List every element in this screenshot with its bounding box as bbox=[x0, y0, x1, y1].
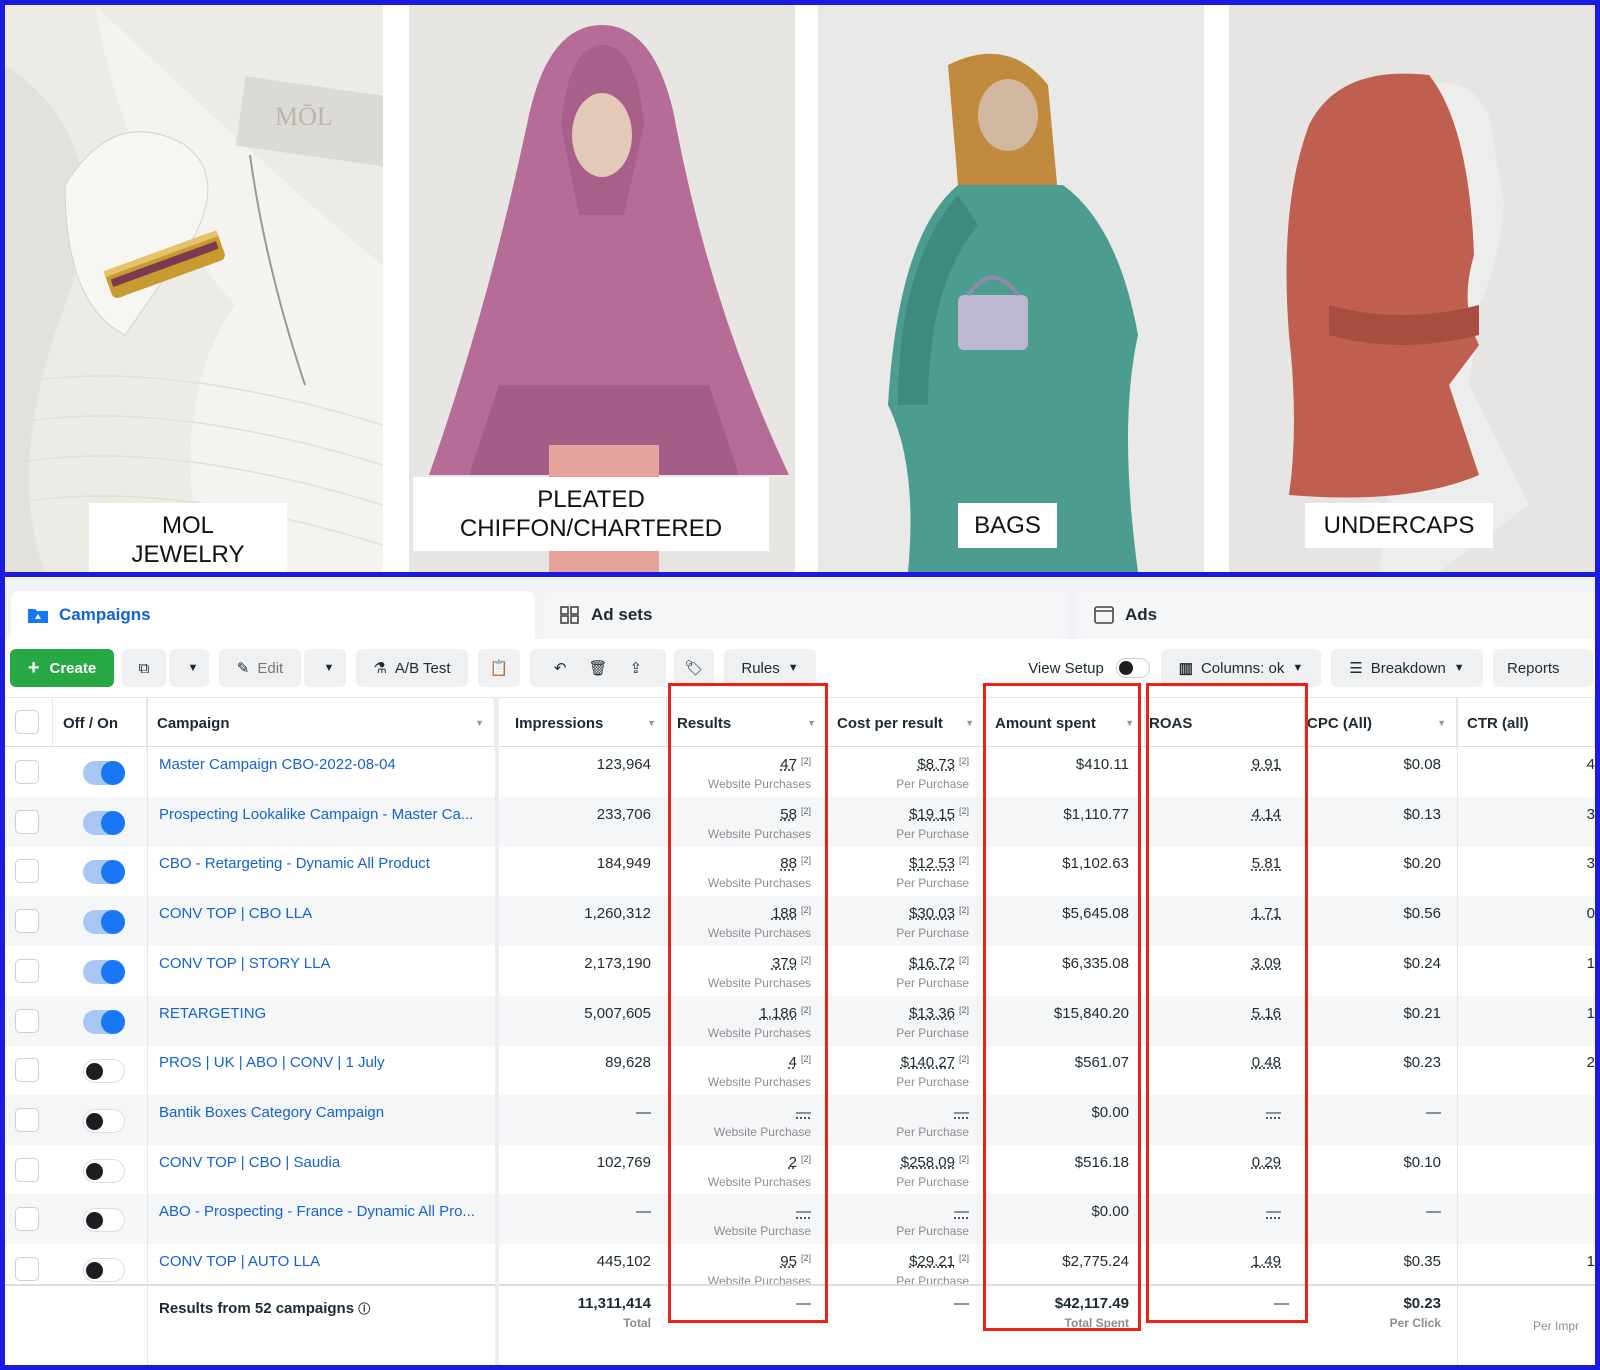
section-divider bbox=[0, 572, 1600, 577]
outer-frame bbox=[0, 0, 1600, 1370]
